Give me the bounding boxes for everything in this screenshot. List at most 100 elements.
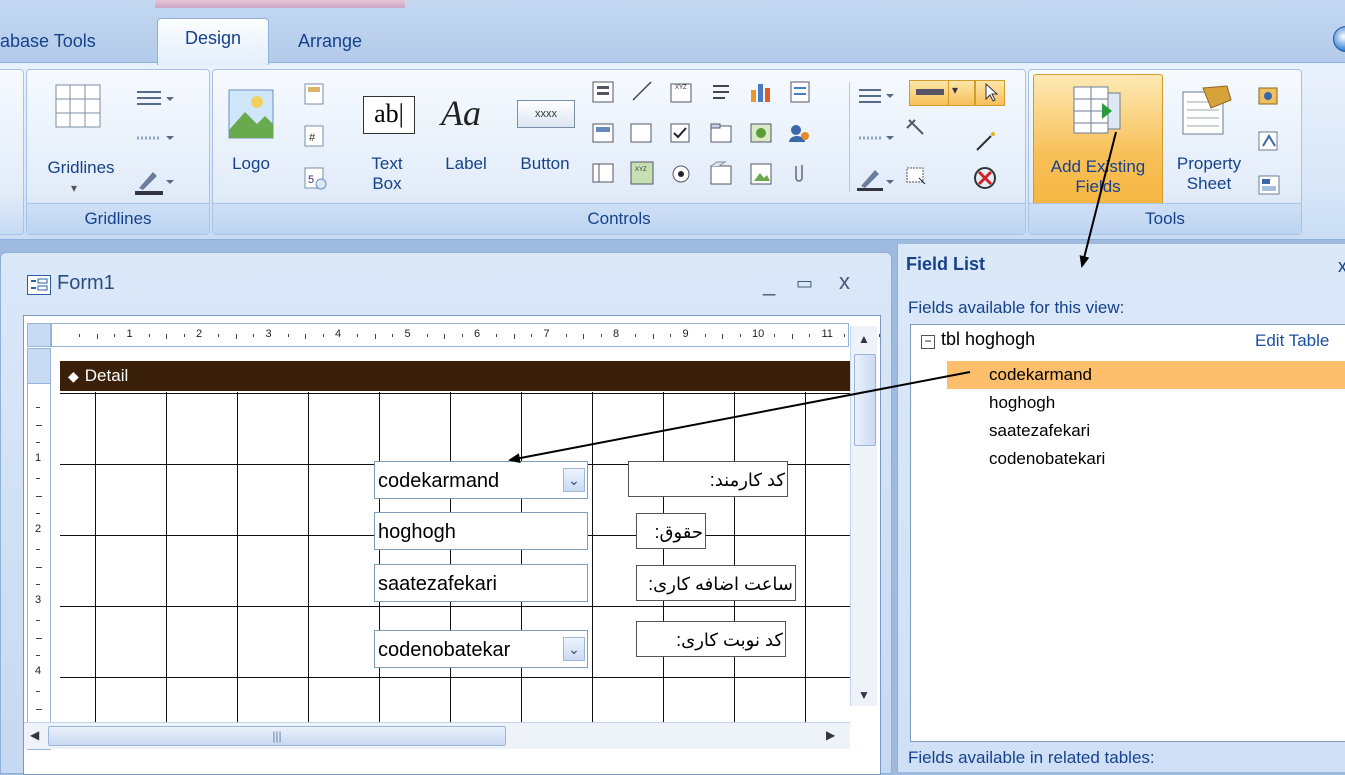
title-icon[interactable]	[303, 82, 325, 106]
horizontal-scroll-thumb[interactable]: |||	[48, 726, 506, 746]
ribbon-group-tools: Add Existing Fields Property Sheet Tools	[1028, 69, 1302, 235]
form-selector[interactable]	[27, 323, 51, 347]
ruler-tick	[600, 334, 602, 337]
line-width-icon[interactable]	[135, 130, 175, 146]
ruler-tick	[36, 495, 42, 497]
ribbon-group-controls: Logo # 5 ab| Text Box Aa Label xxxx Butt…	[212, 69, 1026, 235]
scroll-right-icon[interactable]: ▶	[826, 728, 835, 742]
add-existing-fields-button[interactable]: Add Existing Fields	[1033, 74, 1163, 206]
maximize-icon[interactable]: ▭	[796, 273, 813, 294]
field-item-codekarmand[interactable]: codekarmand	[947, 361, 1345, 389]
ruler-tick	[166, 334, 168, 339]
ruler-number: 4	[335, 328, 342, 340]
edit-table-link[interactable]: Edit Table	[1255, 331, 1329, 351]
tool-dropdown-icon[interactable]: ▾	[952, 83, 958, 97]
border-style-icons[interactable]	[855, 82, 895, 192]
detail-label: Detail	[84, 366, 129, 385]
tab-database-tools[interactable]: abase Tools	[0, 22, 96, 62]
textbox-saatezafekari[interactable]: saatezafekari	[374, 564, 588, 602]
property-sheet-icon[interactable]	[1179, 84, 1235, 138]
form-icon	[27, 275, 51, 295]
ruler-tick	[374, 334, 376, 339]
horizontal-scrollbar[interactable]: ◀ ||| ▶	[24, 722, 850, 749]
field-item-hoghogh[interactable]: hoghogh	[947, 389, 1345, 417]
ruler-tick	[305, 334, 307, 339]
ribbon-group-partial	[0, 69, 24, 235]
select-pointer-icon[interactable]	[975, 80, 1005, 106]
textbox-hoghogh[interactable]: hoghogh	[374, 512, 588, 550]
button-button[interactable]: Button	[511, 154, 579, 174]
field-item-codenobatekari[interactable]: codenobatekari	[947, 445, 1345, 473]
field-item-saatezafekari[interactable]: saatezafekari	[947, 417, 1345, 445]
scroll-up-icon[interactable]: ▲	[858, 332, 870, 346]
label-icon[interactable]: Aa	[441, 90, 501, 136]
controls-gallery[interactable]: XYZ XYZ	[589, 78, 829, 198]
tools-small-icons[interactable]	[1255, 82, 1285, 202]
ruler-tick	[253, 334, 255, 337]
ruler-tick	[218, 334, 220, 337]
ruler-tick	[36, 477, 40, 479]
ruler-number: 2	[35, 523, 42, 535]
chevron-down-icon[interactable]: ⌄	[563, 468, 585, 492]
property-sheet-button[interactable]: Property Sheet	[1171, 154, 1247, 194]
ruler-tick	[496, 334, 498, 337]
vertical-scroll-thumb[interactable]	[854, 354, 876, 446]
close-icon[interactable]: x	[1338, 256, 1345, 277]
line-color-icon[interactable]	[133, 168, 177, 196]
ruler-tick	[652, 334, 654, 339]
line-style-icon[interactable]	[135, 88, 175, 110]
section-selector[interactable]	[27, 348, 51, 384]
ruler-tick	[809, 334, 811, 337]
gridlines-dropdown-icon[interactable]: ▾	[71, 178, 77, 198]
ruler-number: 8	[613, 328, 620, 340]
misc-control-icons[interactable]	[903, 114, 933, 194]
combo-codenobatekar[interactable]: codenobatekar ⌄	[374, 630, 588, 668]
ruler-number: 1	[126, 328, 133, 340]
minimize-icon[interactable]: _	[763, 271, 775, 297]
text-box-icon[interactable]: ab|	[363, 96, 415, 134]
gridlines-button[interactable]: Gridlines	[43, 158, 119, 178]
form-window: Form1 _ ▭ x 1 2 3 4 5 6 7 8 9 10 11 1234 ◆ Detail c…	[0, 252, 892, 775]
detail-grid[interactable]	[60, 392, 852, 722]
ruler-tick	[774, 334, 776, 337]
svg-text:#: #	[309, 132, 316, 144]
button-icon[interactable]: xxxx	[517, 100, 575, 128]
logo-button[interactable]: Logo	[223, 154, 279, 174]
close-icon[interactable]: x	[839, 269, 850, 295]
tab-arrange[interactable]: Arrange	[298, 22, 362, 62]
ruler-tick	[392, 334, 394, 337]
tools-group-label: Tools	[1029, 203, 1301, 234]
page-numbers-icon[interactable]: #	[303, 124, 325, 148]
label-button[interactable]: Label	[439, 154, 493, 174]
detail-section-bar[interactable]: ◆ Detail	[60, 361, 852, 391]
tab-design[interactable]: Design	[157, 18, 269, 65]
control-wizard-icons[interactable]	[971, 128, 1001, 198]
ruler-tick	[878, 334, 880, 337]
ruler-tick	[322, 334, 324, 337]
gridlines-icon[interactable]	[55, 84, 101, 128]
combo-codekarmand[interactable]: codekarmand ⌄	[374, 461, 588, 499]
label-codenobatekar: کد نوبت کاری:	[636, 621, 786, 657]
ruler-number: 3	[265, 328, 272, 340]
ruler-tick	[148, 334, 150, 337]
fields-available-heading: Fields available for this view:	[908, 298, 1125, 317]
logo-icon[interactable]	[227, 88, 275, 140]
chevron-down-icon[interactable]: ⌄	[563, 637, 585, 661]
ruler-tick	[287, 334, 289, 337]
ruler-number: 2	[196, 328, 203, 340]
text-box-button[interactable]: Text Box	[357, 154, 417, 194]
ruler-tick	[36, 424, 42, 426]
vertical-ruler: 1 2 3 4	[27, 348, 51, 750]
vertical-scrollbar[interactable]: ▲ ▼	[850, 326, 877, 706]
scroll-down-icon[interactable]: ▼	[858, 688, 870, 702]
ruler-number: 11	[821, 328, 833, 340]
ruler-tick	[36, 637, 42, 639]
ribbon: Gridlines ▾ Gridlines Logo # 5 ab| Text …	[0, 62, 1345, 240]
date-time-icon[interactable]: 5	[303, 166, 327, 190]
scroll-left-icon[interactable]: ◀	[30, 728, 39, 742]
help-icon[interactable]	[1333, 26, 1345, 52]
table-node[interactable]: tbl hoghogh	[941, 329, 1035, 350]
collapse-icon[interactable]: −	[921, 335, 935, 349]
ruler-number: 5	[404, 328, 411, 340]
rectangle-tool-active[interactable]: ▾	[909, 80, 975, 106]
